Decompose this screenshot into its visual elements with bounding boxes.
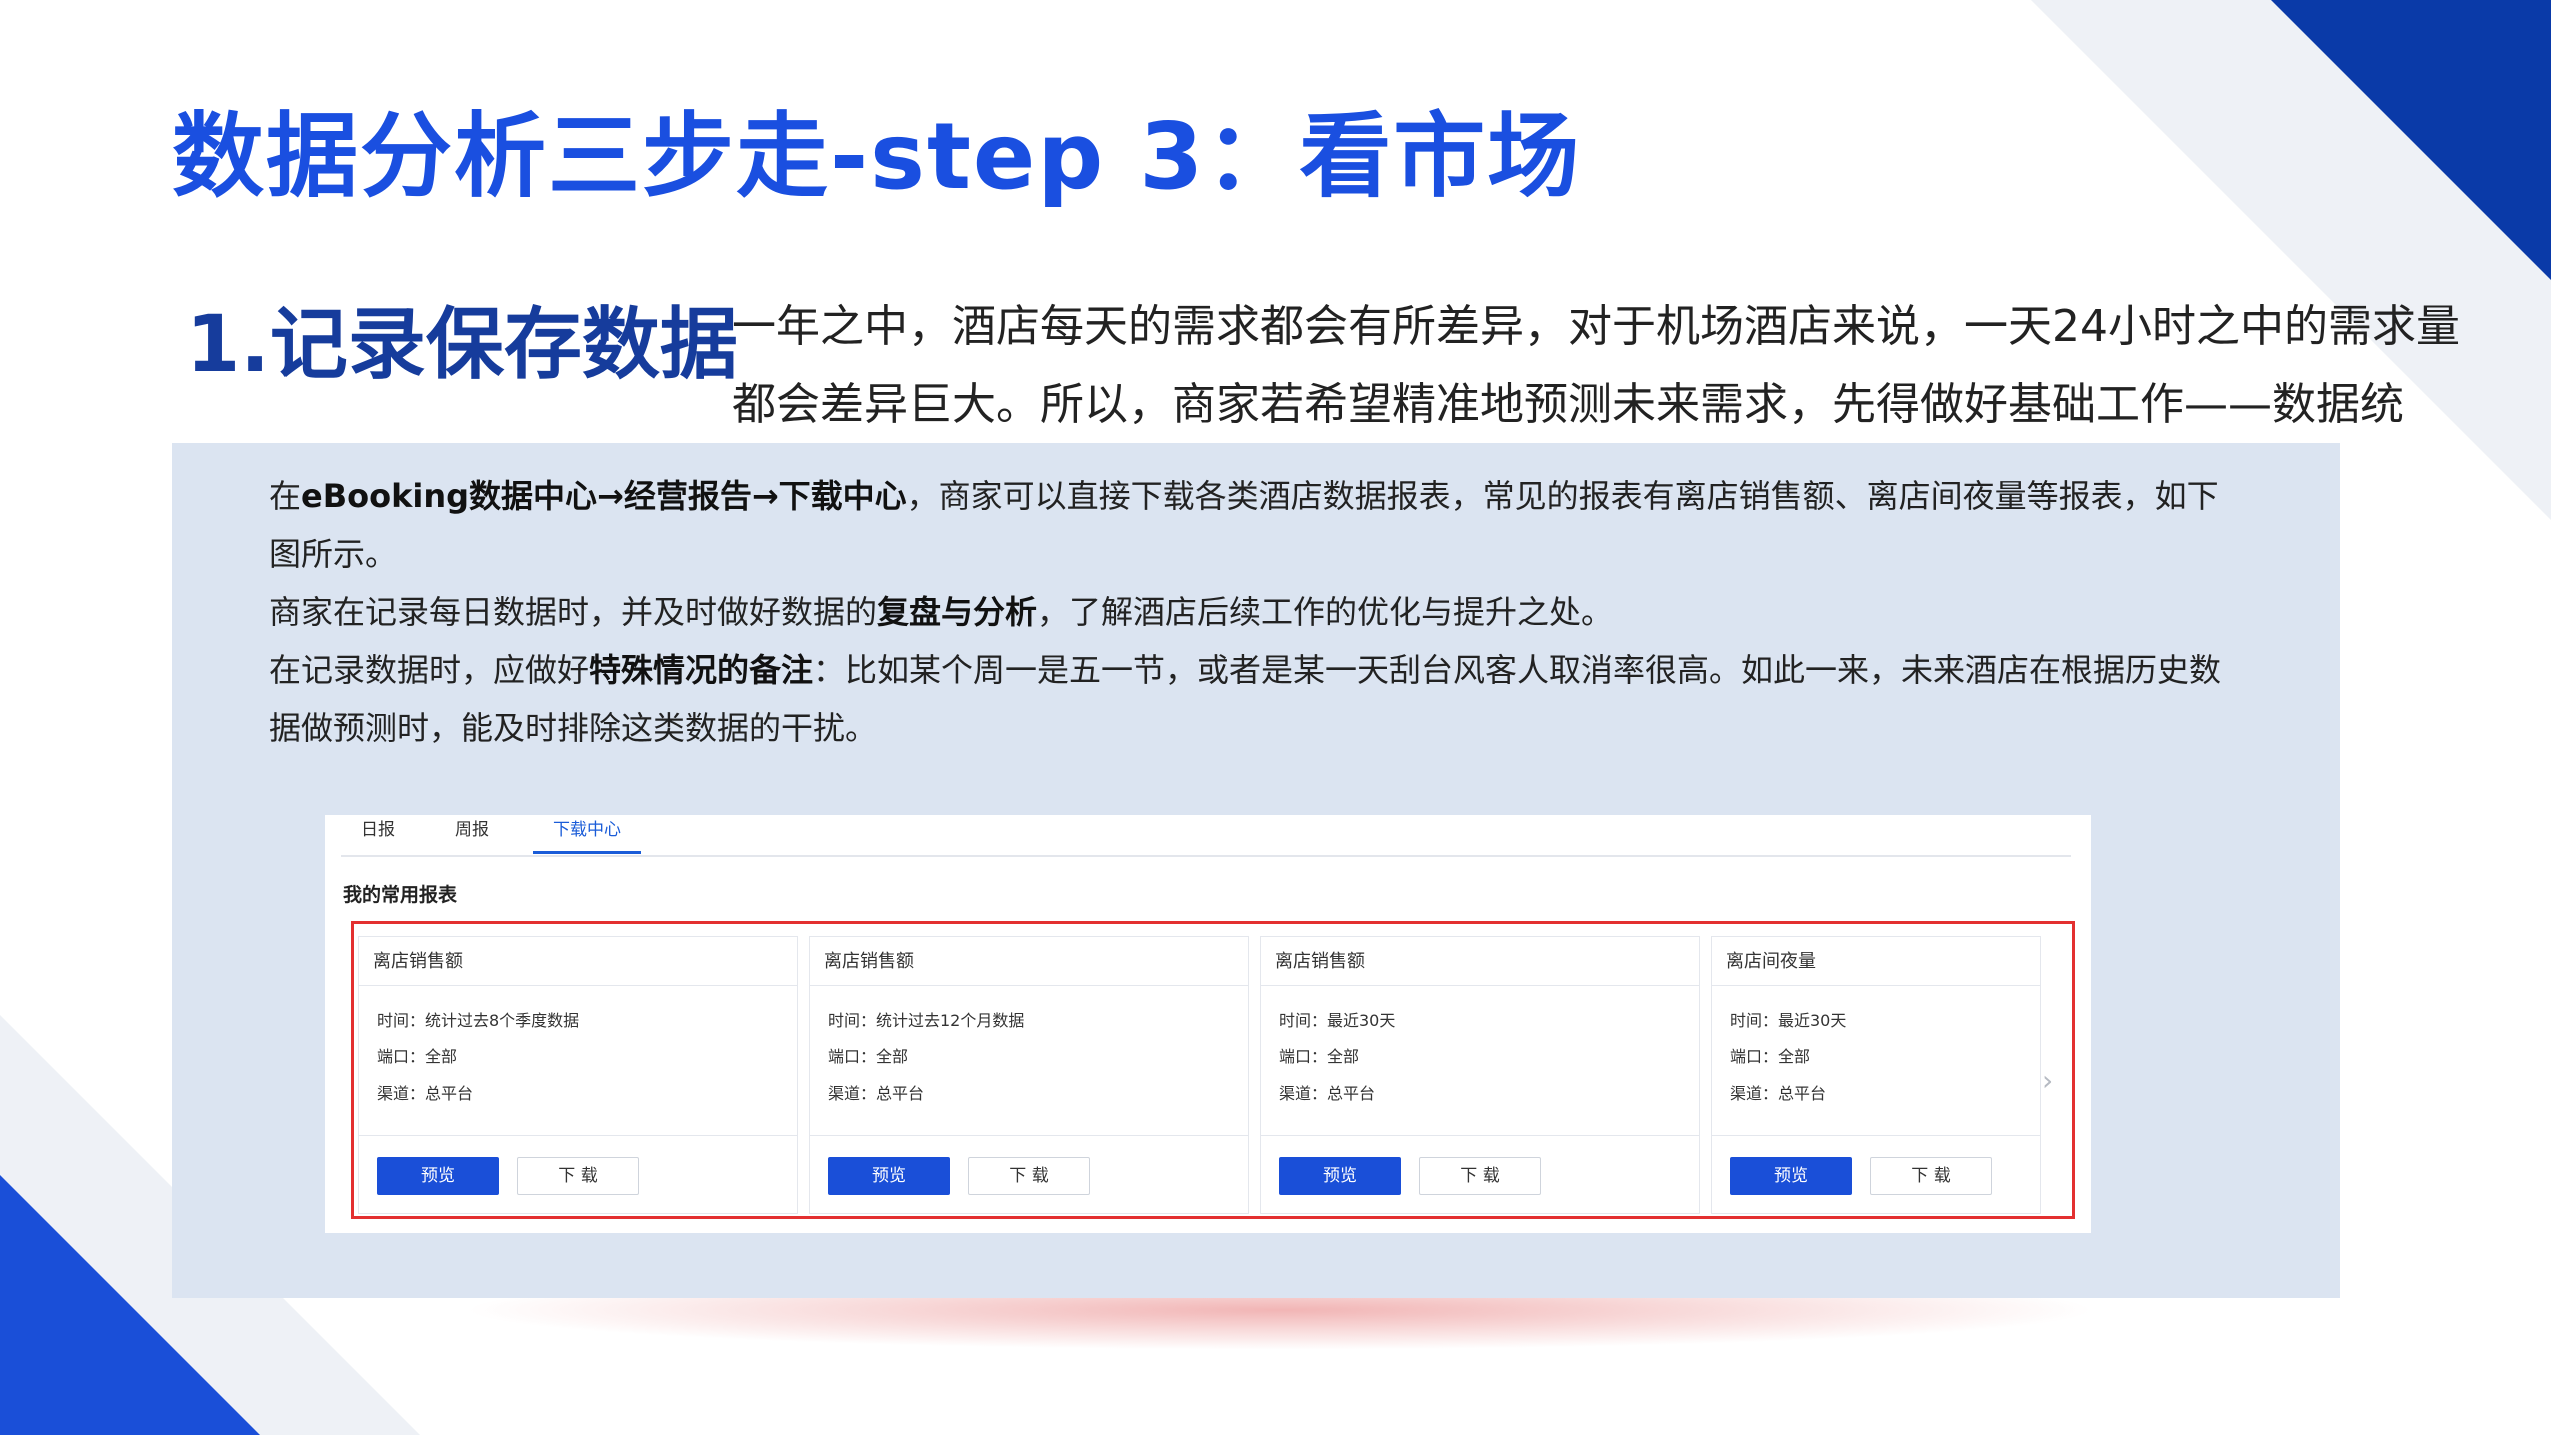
card-port: 端口：全部 <box>1730 1047 1811 1066</box>
download-button[interactable]: 下 载 <box>1419 1157 1541 1195</box>
highlight-box: 离店销售额 时间：统计过去8个季度数据 端口：全部 渠道：总平台 预览 下 载 … <box>351 921 2075 1219</box>
card-channel: 渠道：总平台 <box>377 1084 474 1103</box>
corner-triangle-top-right <box>2271 0 2551 280</box>
card-port: 端口：全部 <box>377 1047 458 1066</box>
preview-button[interactable]: 预览 <box>1279 1157 1401 1195</box>
page-title: 数据分析三步走-step 3：看市场 <box>172 103 1582 210</box>
download-button[interactable]: 下 载 <box>1870 1157 1992 1195</box>
paragraph-review: 商家在记录每日数据时，并及时做好数据的复盘与分析，了解酒店后续工作的优化与提升之… <box>269 593 1614 631</box>
paragraph-special-notes: 在记录数据时，应做好特殊情况的备注：比如某个周一是五一节，或者是某一天刮台风客人… <box>269 651 2222 747</box>
card-port: 端口：全部 <box>828 1047 909 1066</box>
card-channel: 渠道：总平台 <box>1279 1084 1376 1103</box>
divider <box>1261 985 1699 986</box>
report-card: 离店销售额 时间：统计过去12个月数据 端口：全部 渠道：总平台 预览 下 载 <box>809 936 1249 1214</box>
chevron-right-icon[interactable]: › <box>2042 1064 2053 1097</box>
info-panel: 在eBooking数据中心→经营报告→下载中心，商家可以直接下载各类酒店数据报表… <box>172 443 2340 1298</box>
report-card: 离店销售额 时间：统计过去8个季度数据 端口：全部 渠道：总平台 预览 下 载 <box>358 936 798 1214</box>
tab-download-center[interactable]: 下载中心 <box>533 817 641 854</box>
card-title: 离店销售额 <box>824 951 914 972</box>
preview-button[interactable]: 预览 <box>828 1157 950 1195</box>
section-label: 我的常用报表 <box>343 884 458 906</box>
divider <box>359 1135 797 1136</box>
divider <box>359 985 797 986</box>
divider <box>810 985 1248 986</box>
divider <box>1261 1135 1699 1136</box>
card-title: 离店销售额 <box>373 951 463 972</box>
report-card: 离店销售额 时间：最近30天 端口：全部 渠道：总平台 预览 下 载 <box>1260 936 1700 1214</box>
download-button[interactable]: 下 载 <box>517 1157 639 1195</box>
tab-bar: 日报 周报 下载中心 <box>341 815 2071 857</box>
paragraph-download-center: 在eBooking数据中心→经营报告→下载中心，商家可以直接下载各类酒店数据报表… <box>269 477 2219 573</box>
card-time: 时间：最近30天 <box>1730 1011 1847 1030</box>
ebooking-screenshot: 日报 周报 下载中心 我的常用报表 离店销售额 时间：统计过去8个季度数据 端口… <box>325 815 2091 1233</box>
download-button[interactable]: 下 载 <box>968 1157 1090 1195</box>
card-title: 离店销售额 <box>1275 951 1365 972</box>
card-port: 端口：全部 <box>1279 1047 1360 1066</box>
preview-button[interactable]: 预览 <box>1730 1157 1852 1195</box>
divider <box>1712 985 2040 986</box>
report-card: 离店间夜量 时间：最近30天 端口：全部 渠道：总平台 预览 下 载 <box>1711 936 2041 1214</box>
tab-daily[interactable]: 日报 <box>361 817 395 851</box>
preview-button[interactable]: 预览 <box>377 1157 499 1195</box>
card-time: 时间：统计过去12个月数据 <box>828 1011 1025 1030</box>
divider <box>1712 1135 2040 1136</box>
info-text: 在eBooking数据中心→经营报告→下载中心，商家可以直接下载各类酒店数据报表… <box>269 467 2229 757</box>
card-channel: 渠道：总平台 <box>828 1084 925 1103</box>
card-time: 时间：最近30天 <box>1279 1011 1396 1030</box>
card-title: 离店间夜量 <box>1726 951 1816 972</box>
card-time: 时间：统计过去8个季度数据 <box>377 1011 580 1030</box>
divider <box>810 1135 1248 1136</box>
card-channel: 渠道：总平台 <box>1730 1084 1827 1103</box>
section-heading: 1.记录保存数据 <box>186 300 738 390</box>
tab-weekly[interactable]: 周报 <box>455 817 489 851</box>
